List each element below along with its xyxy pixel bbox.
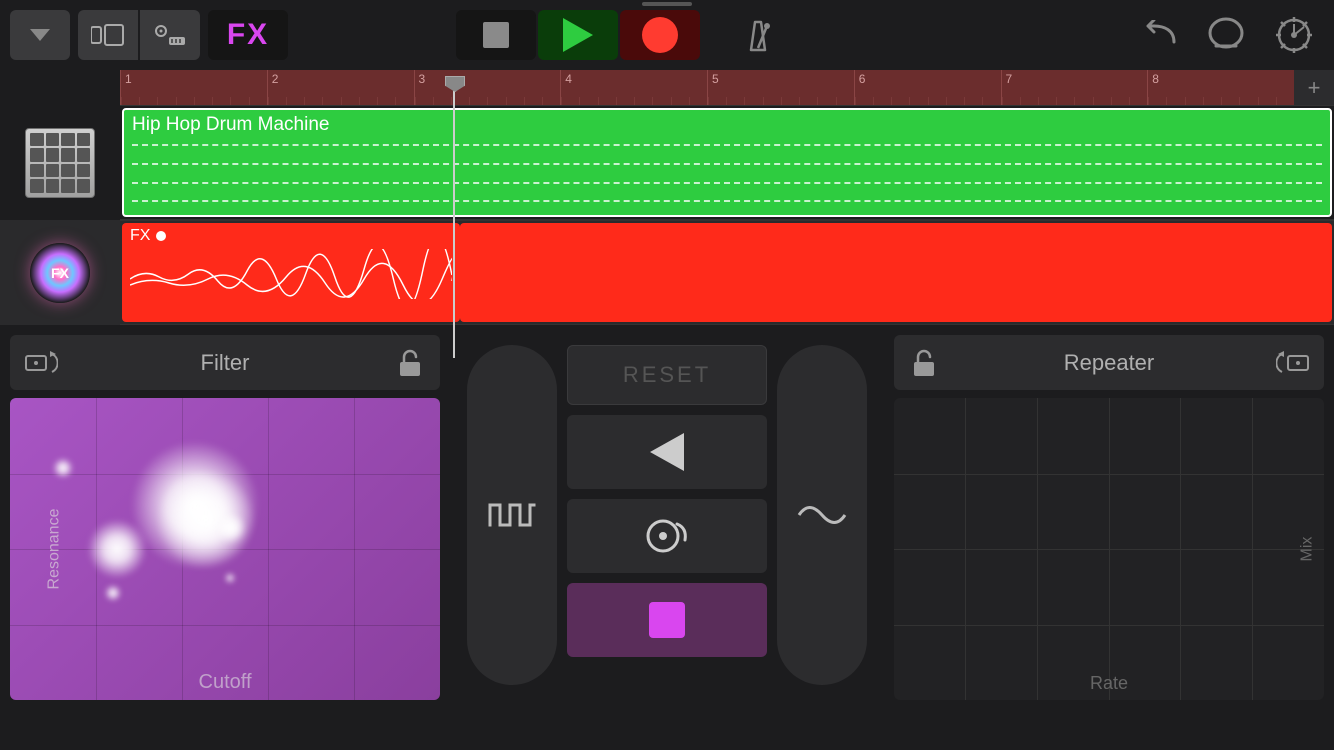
metronome-button[interactable] [728,16,788,54]
fx-clip-remaining[interactable] [460,223,1332,322]
instrument-browser-button[interactable] [140,10,200,60]
timeline-ruler[interactable]: 1 2 3 4 5 6 7 8 [120,70,1294,105]
bar-number: 1 [121,72,132,86]
bar-number: 3 [415,72,426,86]
track-header-fx[interactable]: FX [0,220,120,325]
filter-lock-button[interactable] [380,348,440,378]
repeater-x-axis-label: Rate [1090,673,1128,694]
repeater-xy-pad[interactable]: Rate Mix [894,398,1324,700]
reverse-button[interactable] [567,415,767,489]
track-view-button[interactable] [78,10,138,60]
filter-y-axis-label: Resonance [45,509,63,590]
nav-dropdown-button[interactable] [10,10,70,60]
clip-name-label: FX [130,227,452,245]
wobble-slider[interactable] [777,345,867,685]
settings-button[interactable] [1264,15,1324,55]
clip-name-label: Hip Hop Drum Machine [132,114,1322,136]
scratch-button[interactable] [567,499,767,573]
midi-content [132,140,1322,207]
reset-button[interactable]: RESET [567,345,767,405]
repeater-preset-cycle-button[interactable] [1264,348,1324,378]
tape-stop-button[interactable] [567,583,767,657]
loop-button[interactable] [1196,16,1256,54]
fx-clip[interactable]: FX [122,223,460,322]
stop-button[interactable] [456,10,536,60]
filter-title: Filter [70,350,380,376]
square-wave-icon [488,501,536,529]
filter-x-axis-label: Cutoff [199,671,252,694]
bar-number: 6 [855,72,866,86]
playhead[interactable] [453,86,455,358]
track-lane-drums[interactable]: Hip Hop Drum Machine [120,105,1334,220]
fx-toggle-button[interactable]: FX [208,10,288,60]
undo-button[interactable] [1128,20,1188,50]
bar-number: 4 [561,72,572,86]
track-lane-fx[interactable]: FX [120,220,1334,325]
bar-number: 5 [708,72,719,86]
bar-number: 2 [268,72,279,86]
repeater-title: Repeater [954,350,1264,376]
bar-number: 7 [1002,72,1013,86]
filter-xy-pad[interactable]: Resonance Cutoff [10,398,440,700]
drum-machine-icon [25,128,95,198]
add-track-button[interactable]: + [1294,70,1334,105]
record-button[interactable] [620,10,700,60]
track-header-drums[interactable] [0,105,120,220]
panel-drag-handle[interactable] [642,2,692,6]
midi-clip-drums[interactable]: Hip Hop Drum Machine [122,108,1332,217]
gater-slider[interactable] [467,345,557,685]
play-button[interactable] [538,10,618,60]
fx-track-icon: FX [30,243,90,303]
sine-wave-icon [797,500,847,530]
bar-number: 8 [1148,72,1159,86]
filter-preset-cycle-button[interactable] [10,348,70,378]
repeater-lock-button[interactable] [894,348,954,378]
automation-waveform [130,249,452,299]
turntable-icon [645,518,689,554]
repeater-y-axis-label: Mix [1299,537,1317,562]
